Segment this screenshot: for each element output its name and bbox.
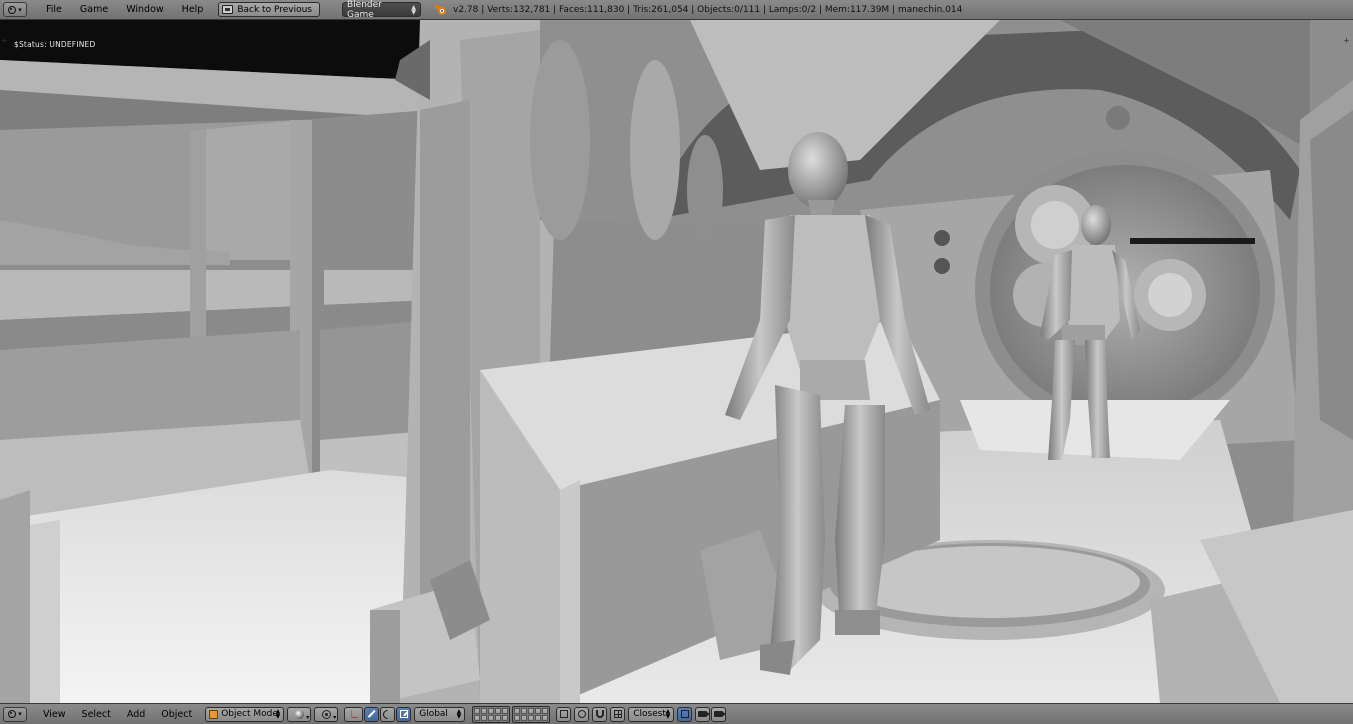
updown-arrows-icon: ▲ ▼ [665,707,671,720]
snap-align-rotation-button[interactable] [677,706,693,722]
3d-viewport[interactable]: $Status: UNDEFINED + + [0,20,1353,703]
layer-block-left [472,705,511,723]
opengl-render-button[interactable] [695,706,711,722]
menu-object[interactable]: Object [153,704,200,724]
layer-button[interactable] [521,714,528,721]
opengl-render-animation-button[interactable] [711,706,727,722]
chevron-down-icon: ▾ [18,710,22,718]
menu-view[interactable]: View [35,704,74,724]
scale-manipulator-toggle[interactable] [396,706,412,722]
proportional-edit-icon [577,710,586,718]
menu-select[interactable]: Select [74,704,119,724]
snap-increment-icon [613,710,622,718]
editor-type-button[interactable]: ▾ [3,2,27,17]
layer-button[interactable] [488,707,495,714]
snap-element-button[interactable] [610,706,626,722]
pivot-point-button[interactable]: ▾ [314,706,339,722]
solid-shading-icon [294,709,304,719]
rotate-manipulator-toggle[interactable] [380,706,396,722]
3d-view-icon [8,710,17,718]
menu-file[interactable]: File [37,0,71,20]
scale-box-icon [399,710,408,718]
layer-button[interactable] [528,707,535,714]
menu-window[interactable]: Window [117,0,172,20]
transform-orientation-select[interactable]: Global ▲ ▼ [414,706,466,722]
menu-help[interactable]: Help [173,0,213,20]
camera-icon [698,711,711,717]
updown-arrows-icon: ▲ ▼ [275,707,281,720]
game-status-text: $Status: UNDEFINED [14,40,96,49]
tool-shelf-toggle[interactable]: + [1,36,9,46]
snap-toggle[interactable] [592,706,608,722]
menu-game[interactable]: Game [71,0,117,20]
scene-layers [472,705,551,723]
transform-orientation-value: Global [419,709,448,719]
3d-view-header: ▾ View Select Add Object Object Mode ▲ ▼ … [0,703,1353,724]
pivot-point-icon [321,709,331,719]
manipulator-toggle[interactable] [344,706,364,722]
viewport-shading-button[interactable]: ▾ [287,706,312,722]
scene-render [0,20,1353,703]
info-header: ▾ File Game Window Help Back to Previous… [0,0,1353,20]
translate-arrow-icon [368,710,376,718]
rotate-arc-icon [381,707,395,721]
menu-add[interactable]: Add [119,704,153,724]
layer-button[interactable] [528,714,535,721]
layer-lock-icon [559,710,568,718]
info-menu-bar: File Game Window Help [37,0,212,20]
snap-target-select[interactable]: Closest ▲ ▼ [628,706,675,722]
scene-stats: v2.78 | Verts:132,781 | Faces:111,830 | … [453,4,963,15]
proportional-edit-button[interactable] [574,706,590,722]
object-mode-icon [209,709,219,719]
blender-logo-icon [434,4,447,16]
editor-type-icon [8,5,17,14]
magnet-icon [595,710,604,718]
chevron-down-icon: ▾ [306,713,310,721]
screen-back-icon [222,5,234,14]
layer-button[interactable] [495,714,502,721]
manipulator-axes-icon [349,709,359,719]
layer-button[interactable] [502,707,509,714]
layer-button[interactable] [495,707,502,714]
layer-button[interactable] [474,714,481,721]
render-engine-select[interactable]: Blender Game ▲ ▼ [342,0,421,20]
layer-button[interactable] [542,714,549,721]
layer-block-right [512,705,551,723]
lock-camera-layers-button[interactable] [556,706,572,722]
layer-button[interactable] [514,714,521,721]
translate-manipulator-toggle[interactable] [364,706,380,722]
layer-button[interactable] [474,707,481,714]
back-to-previous-button[interactable]: Back to Previous [218,2,320,17]
align-rotation-icon [680,710,689,718]
layer-button[interactable] [502,714,509,721]
updown-arrows-icon: ▲ ▼ [411,3,416,16]
editor-type-button[interactable]: ▾ [3,706,27,722]
layer-button[interactable] [535,707,542,714]
chevron-down-icon: ▾ [333,713,337,721]
layer-button[interactable] [521,707,528,714]
back-to-previous-label: Back to Previous [237,4,312,15]
snap-target-value: Closest [633,709,666,719]
layer-button[interactable] [488,714,495,721]
updown-arrows-icon: ▲ ▼ [456,707,462,720]
view-menu-bar: View Select Add Object [35,704,200,724]
layer-button[interactable] [542,707,549,714]
camera-animation-icon [714,711,727,717]
layer-button[interactable] [514,707,521,714]
interaction-mode-select[interactable]: Object Mode ▲ ▼ [205,706,285,722]
properties-toggle[interactable]: + [1343,36,1351,46]
render-engine-value: Blender Game [347,0,382,20]
layer-button[interactable] [535,714,542,721]
layer-button[interactable] [481,714,488,721]
interaction-mode-value: Object Mode [221,709,278,719]
chevron-down-icon: ▾ [18,5,22,14]
layer-button[interactable] [481,707,488,714]
